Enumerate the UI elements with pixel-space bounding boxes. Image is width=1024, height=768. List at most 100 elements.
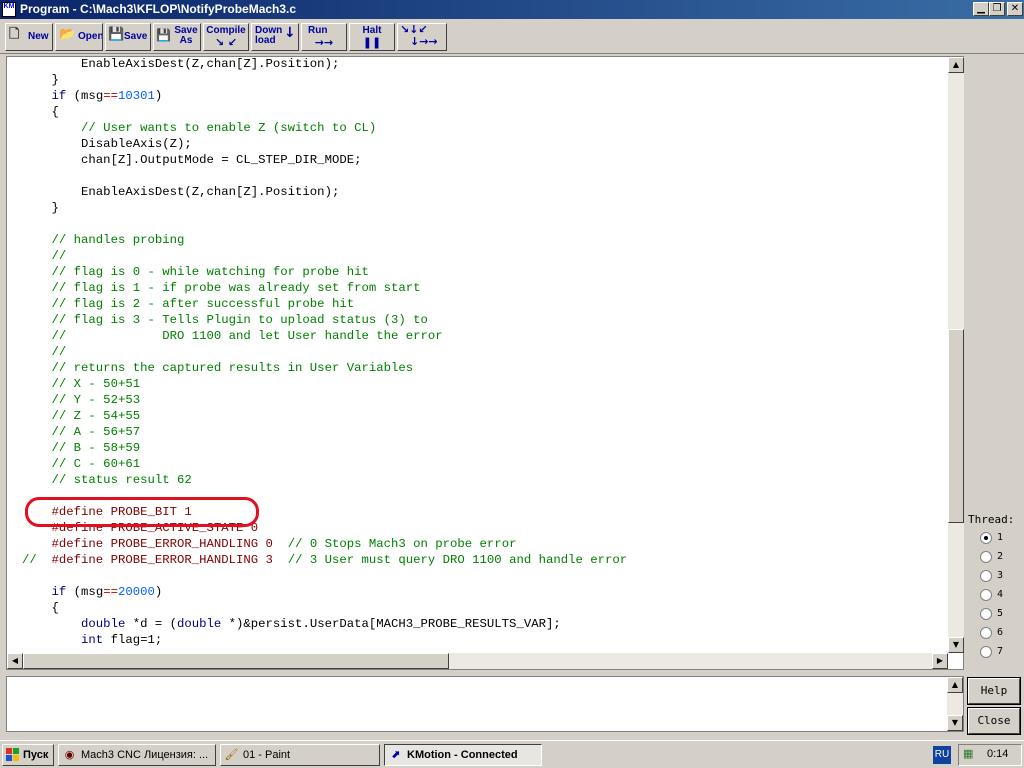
close-button[interactable]: ✕ [1007,2,1023,16]
code-line: // flag is 0 - while watching for probe … [22,264,627,280]
editor-horizontal-scrollbar[interactable]: ◀ ▶ [7,653,948,669]
code-token: == [103,585,118,599]
output-scroll-up-button[interactable]: ▲ [947,677,963,693]
output-console[interactable]: ▲ ▼ [6,676,964,732]
thread-option-label: 6 [997,627,1004,638]
vertical-scroll-thumb[interactable] [948,329,964,523]
download-button[interactable]: Down load ↓↓ [251,23,299,51]
windows-logo-icon [6,748,19,761]
code-line: #define PROBE_ERROR_HANDLING 0 // 0 Stop… [22,536,627,552]
title-bar[interactable]: KM Program - C:\Mach3\KFLOP\NotifyProbeM… [0,0,1024,19]
close-icon: ✕ [1010,3,1020,14]
kmotion-icon: ⬈ [390,748,401,761]
code-token: // flag is 3 - Tells Plugin to upload st… [51,313,428,327]
code-line: // X - 50+51 [22,376,627,392]
app-icon[interactable]: KM [2,2,16,17]
compile-label: Compile [206,25,246,36]
radio-button[interactable] [980,551,992,563]
start-button[interactable]: Пуск [2,744,54,766]
task-kmotion[interactable]: ⬈ KMotion - Connected [384,744,542,766]
code-token: double [81,617,126,631]
compile-button[interactable]: Compile ↘ ↙ [203,23,249,51]
radio-button[interactable] [980,570,992,582]
code-line: // [22,248,627,264]
code-token: // flag is 2 - after successful probe hi… [51,297,355,311]
code-token: #define PROBE_ERROR_HANDLING 3 [51,553,273,567]
thread-option-label: 7 [997,646,1004,657]
output-scroll-down-button[interactable]: ▼ [947,715,963,731]
open-button[interactable]: 📂 Open [55,23,103,51]
code-line: DisableAxis(Z); [22,136,627,152]
compile-download-run-button[interactable]: ↘↓↙ ↓→→ [397,23,447,51]
code-editor[interactable]: EnableAxisDest(Z,chan[Z].Position); } if… [6,56,948,653]
horizontal-scroll-thumb[interactable] [23,653,449,669]
code-line: // B - 58+59 [22,440,627,456]
radio-button[interactable] [980,627,992,639]
radio-button[interactable] [980,608,992,620]
output-vertical-scrollbar[interactable]: ▲ ▼ [947,677,963,731]
new-button[interactable]: 🗋 New [5,23,53,51]
save-as-disk-icon: 💾 [156,28,171,42]
task-mach3[interactable]: ◉ Mach3 CNC Лицензия: ... [58,744,216,766]
scroll-up-button[interactable]: ▲ [948,57,964,73]
halt-button[interactable]: Halt ❚❚ [349,23,395,51]
task-paint[interactable]: 🖌 01 - Paint [220,744,380,766]
network-icon[interactable]: ▦ [963,747,973,760]
restore-button[interactable]: ❐ [989,2,1005,16]
save-label: Save [124,31,148,42]
code-line: // [22,344,627,360]
arrow-left-icon: ◀ [11,656,19,665]
scroll-down-button[interactable]: ▼ [948,637,964,653]
run-button[interactable]: Run →→ [301,23,347,51]
arrow-up-icon: ▲ [951,680,959,689]
code-line: { [22,104,627,120]
thread-option-label: 2 [997,551,1004,562]
code-token: EnableAxisDest(Z,chan[Z].Position); [81,57,340,71]
code-line: // flag is 1 - if probe was already set … [22,280,627,296]
code-token: == [103,89,118,103]
scroll-right-button[interactable]: ▶ [932,653,948,669]
new-label: New [28,31,49,42]
code-token: 10301 [117,89,155,103]
save-disk-icon: 💾 [108,27,125,42]
highlight-circle [25,497,259,527]
save-button[interactable]: 💾 Save [105,23,151,51]
code-token: int [81,633,104,647]
scroll-left-button[interactable]: ◀ [7,653,23,669]
close-program-button[interactable]: Close [968,708,1020,734]
code-line: EnableAxisDest(Z,chan[Z].Position); [22,56,627,72]
code-token: // A - 56+57 [51,425,141,439]
code-token: // User wants to enable Z (switch to CL) [81,121,377,135]
help-button[interactable]: Help [968,678,1020,704]
minimize-button[interactable]: ▁ [973,2,989,16]
language-indicator[interactable]: RU [933,746,951,764]
thread-option-label: 3 [997,570,1004,581]
radio-button[interactable] [980,589,992,601]
code-text[interactable]: EnableAxisDest(Z,chan[Z].Position); } if… [22,56,627,648]
save-as-button[interactable]: 💾 Save As [153,23,201,51]
editor-vertical-scrollbar[interactable]: ▲ ▼ [948,57,964,653]
radio-button[interactable] [980,532,992,544]
code-line: EnableAxisDest(Z,chan[Z].Position); [22,184,627,200]
radio-button[interactable] [980,646,992,658]
code-token: // [51,249,67,263]
code-token: // B - 58+59 [51,441,141,455]
clock[interactable]: 0:14 [987,748,1008,760]
compile-arrows-icon: ↘ ↙ [214,36,238,49]
